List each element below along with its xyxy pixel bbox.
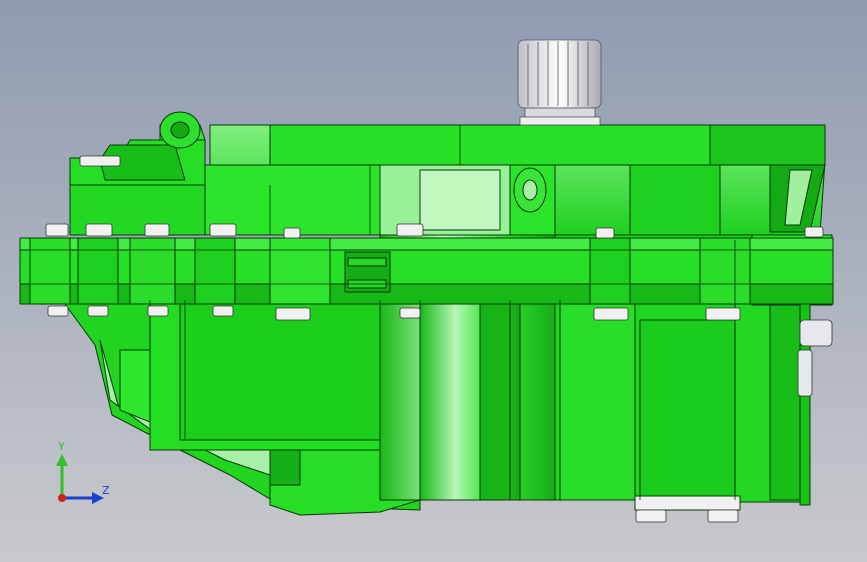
y-axis-label: Y [58, 440, 65, 453]
z-axis-label: Z [102, 484, 110, 497]
coordinate-triad: Y Z [44, 438, 124, 518]
x-axis-origin [58, 494, 66, 502]
y-axis-head [56, 454, 68, 466]
axis-arrows [56, 454, 104, 504]
gearbox-housing-model[interactable] [0, 0, 867, 562]
input-shaft [517, 39, 602, 126]
3d-viewport[interactable]: Y Z [0, 0, 867, 562]
